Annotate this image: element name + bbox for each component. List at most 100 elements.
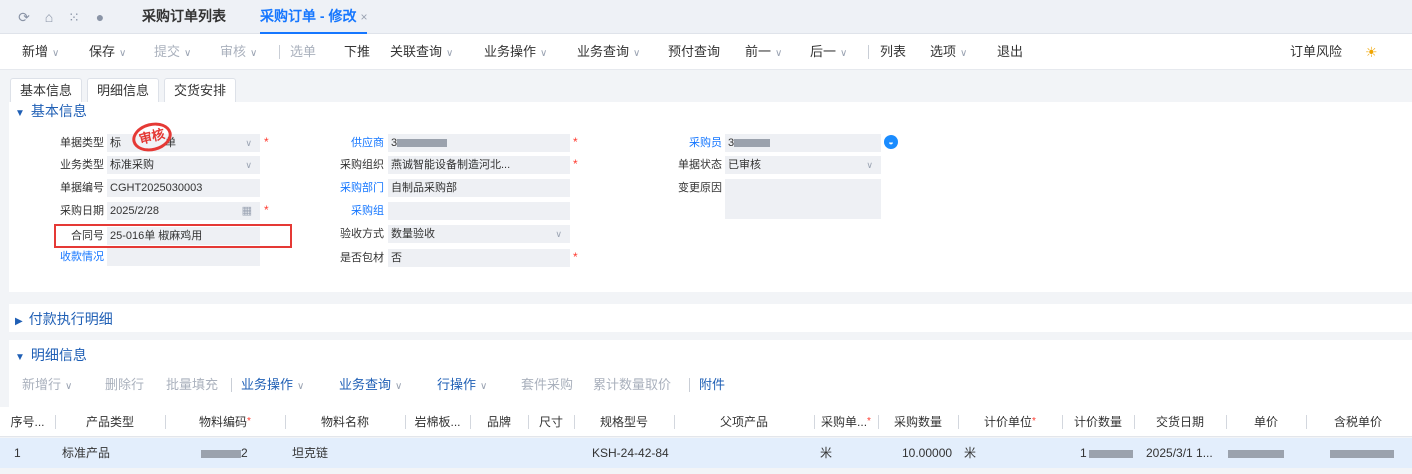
detail-section-title[interactable]: ▼ 明细信息 [15, 345, 87, 365]
column-divider [1226, 415, 1227, 429]
purchase-date-field[interactable]: 2025/2/28 ▦ [107, 202, 260, 220]
payment-status-link[interactable]: 收款情况 [40, 248, 104, 266]
column-header-9[interactable]: 采购单...* [814, 407, 878, 437]
calendar-icon[interactable]: ▦ [242, 202, 252, 220]
detail-toolbar-label: 附件 [699, 377, 726, 392]
chat-bubble-icon[interactable]: ◒ [884, 135, 898, 149]
basic-info-title[interactable]: ▼ 基本信息 [15, 101, 87, 121]
column-header-6[interactable]: 尺寸 [528, 407, 574, 437]
purchase-group-field[interactable] [388, 202, 570, 220]
toolbar-button-10[interactable]: 前一 ∨ [745, 34, 782, 70]
toolbar-button-label: 新增 [22, 44, 49, 59]
toolbar-button-5[interactable]: 下推 [344, 34, 370, 70]
order-risk-button[interactable]: 订单风险 [1290, 34, 1342, 70]
tab-detail-info[interactable]: 明细信息 [87, 78, 160, 102]
change-reason-textarea[interactable] [725, 179, 881, 219]
toolbar-button-label: 退出 [997, 44, 1024, 59]
payment-status-field[interactable] [107, 248, 260, 266]
column-header-14[interactable]: 单价 [1226, 407, 1306, 437]
detail-toolbar-button-4[interactable]: 业务查询 ∨ [339, 373, 402, 397]
purchaser-field[interactable]: 3 [725, 134, 881, 152]
column-divider [405, 415, 406, 429]
purchase-date-label: 采购日期 [60, 205, 104, 217]
toolbar-button-1[interactable]: 保存 ∨ [89, 34, 126, 70]
material-code-suffix: 2 [241, 446, 248, 460]
column-header-7[interactable]: 规格型号 [574, 407, 674, 437]
column-header-2[interactable]: 物料编码* [165, 407, 285, 437]
detail-toolbar-label: 业务查询 [339, 377, 392, 392]
toolbar-button-7[interactable]: 业务操作 ∨ [484, 34, 547, 70]
column-header-12[interactable]: 计价数量 [1062, 407, 1134, 437]
detail-toolbar-button-1[interactable]: 删除行 [105, 373, 144, 397]
column-header-11[interactable]: 计价单位* [958, 407, 1062, 437]
payment-section-title[interactable]: ▶ 付款执行明细 [15, 309, 113, 329]
biz-type-select[interactable]: 标准采购 ∨ [107, 156, 260, 174]
tab-basic-info[interactable]: 基本信息 [10, 78, 83, 102]
home-icon[interactable]: ⌂ [41, 9, 57, 25]
purchase-dept-field[interactable]: 自制品采购部 [388, 179, 570, 197]
detail-toolbar-button-0[interactable]: 新增行 ∨ [22, 373, 72, 397]
toolbar-button-2[interactable]: 提交 ∨ [154, 34, 191, 70]
toolbar-button-4[interactable]: 选单 [290, 34, 316, 70]
column-header-15[interactable]: 含税单价 [1306, 407, 1410, 437]
purchaser-link[interactable]: 采购员 [664, 134, 722, 152]
column-header-label: 采购单... [821, 415, 868, 429]
toolbar-button-12[interactable]: 列表 [880, 34, 906, 70]
toolbar-button-0[interactable]: 新增 ∨ [22, 34, 59, 70]
column-header-0[interactable]: 序号... [0, 407, 55, 437]
purchase-group-link[interactable]: 采购组 [330, 202, 384, 220]
detail-toolbar-button-5[interactable]: 行操作 ∨ [437, 373, 487, 397]
required-mark: * [867, 416, 871, 427]
column-header-1[interactable]: 产品类型 [55, 407, 165, 437]
bill-status-select[interactable]: 已审核 ∨ [725, 156, 881, 174]
detail-toolbar-button-2[interactable]: 批量填充 [166, 373, 218, 397]
toolbar-button-11[interactable]: 后一 ∨ [810, 34, 847, 70]
cell-product-type: 标准产品 [62, 446, 111, 460]
column-header-3[interactable]: 物料名称 [285, 407, 405, 437]
column-header-5[interactable]: 品牌 [470, 407, 528, 437]
inspection-method-select[interactable]: 数量验收 ∨ [388, 225, 570, 243]
column-header-10[interactable]: 采购数量 [878, 407, 958, 437]
close-icon[interactable]: × [360, 10, 367, 24]
purchase-dept-link[interactable]: 采购部门 [330, 179, 384, 197]
chat-icon[interactable]: ● [92, 9, 108, 25]
detail-toolbar-button-3[interactable]: 业务操作 ∨ [241, 373, 304, 397]
supplier-link[interactable]: 供应商 [330, 134, 384, 152]
inspection-method-label: 验收方式 [340, 228, 384, 240]
column-divider [1062, 415, 1063, 429]
column-header-4[interactable]: 岩棉板... [405, 407, 470, 437]
is-packaging-field[interactable]: 否 [388, 249, 570, 267]
cell-pricing-qty: 1 [1080, 438, 1133, 468]
chevron-down-icon: ∨ [540, 48, 548, 59]
toolbar-button-14[interactable]: 退出 [997, 34, 1023, 70]
tab-purchase-order-edit[interactable]: 采购订单 - 修改 × [260, 0, 368, 34]
toolbar-button-6[interactable]: 关联查询 ∨ [390, 34, 453, 70]
toolbar-button-3[interactable]: 审核 ∨ [220, 34, 257, 70]
table-row[interactable]: 1 标准产品 2 坦克链 KSH-24-42-84 米 10.00000 米 1… [0, 438, 1412, 468]
tab-purchase-order-list[interactable]: 采购订单列表 [142, 0, 226, 34]
chevron-down-icon: ∨ [775, 48, 783, 59]
detail-toolbar-button-7[interactable]: 累计数量取价 [593, 373, 671, 397]
sun-icon[interactable]: ☀ [1365, 34, 1378, 70]
redacted-block [734, 139, 771, 148]
bill-type-select[interactable]: 标单 ∨ [107, 134, 260, 152]
refresh-icon[interactable]: ⟳ [16, 9, 32, 25]
column-header-13[interactable]: 交货日期 [1134, 407, 1226, 437]
toolbar-button-13[interactable]: 选项 ∨ [930, 34, 967, 70]
column-header-8[interactable]: 父项产品 [674, 407, 814, 437]
toolbar-button-8[interactable]: 业务查询 ∨ [577, 34, 640, 70]
purchase-org-field[interactable]: 燕诚智能设备制造河北... [388, 156, 570, 174]
detail-toolbar-button-6[interactable]: 套件采购 [521, 373, 573, 397]
chevron-down-icon: ∨ [555, 229, 562, 239]
bill-no-field[interactable]: CGHT2025030003 [107, 179, 260, 197]
detail-toolbar-label: 批量填充 [166, 377, 219, 392]
detail-toolbar-button-8[interactable]: 附件 [699, 373, 725, 397]
column-header-label: 尺寸 [538, 415, 563, 429]
column-divider [285, 415, 286, 429]
toolbar-divider [868, 45, 869, 59]
apps-grid-icon[interactable]: ⁙ [66, 9, 82, 25]
payment-section: ▶ 付款执行明细 [9, 304, 1412, 332]
tab-delivery-schedule[interactable]: 交货安排 [164, 78, 237, 102]
supplier-field[interactable]: 3 [388, 134, 570, 152]
toolbar-button-9[interactable]: 预付查询 [668, 34, 720, 70]
